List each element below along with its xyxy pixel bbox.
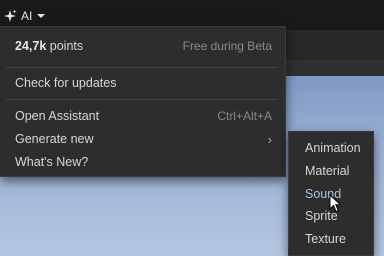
ai-dropdown-menu: 24,7k points Free during Beta Check for … [0,26,286,177]
ai-label: AI [21,9,33,23]
points-unit: points [49,39,84,53]
mouse-pointer-icon [329,193,343,219]
menu-divider [6,99,278,100]
check-updates-label: Check for updates [15,76,117,90]
whats-new-item[interactable]: What's New? [0,151,286,173]
editor-tab-strip [286,60,384,76]
check-updates-item[interactable]: Check for updates [0,72,286,94]
generate-new-item[interactable]: Generate new › [0,128,286,150]
submenu-item-material[interactable]: Material [289,160,373,182]
points-row: 24,7k points Free during Beta [0,35,286,57]
generate-new-label: Generate new [15,132,94,146]
points-note: Free during Beta [182,39,272,53]
whats-new-label: What's New? [15,155,89,169]
submenu-item-animation[interactable]: Animation [289,137,373,159]
sparkle-icon [3,9,17,23]
chevron-right-icon: › [267,131,272,147]
open-assistant-label: Open Assistant [15,109,100,123]
submenu-item-texture[interactable]: Texture [289,228,373,250]
open-assistant-item[interactable]: Open Assistant Ctrl+Alt+A [0,105,286,127]
caret-down-icon [36,12,46,20]
ai-menu-button[interactable]: AI [3,6,46,26]
open-assistant-shortcut: Ctrl+Alt+A [217,109,272,123]
menu-divider [6,67,278,68]
points-value: 24,7k [15,39,47,53]
